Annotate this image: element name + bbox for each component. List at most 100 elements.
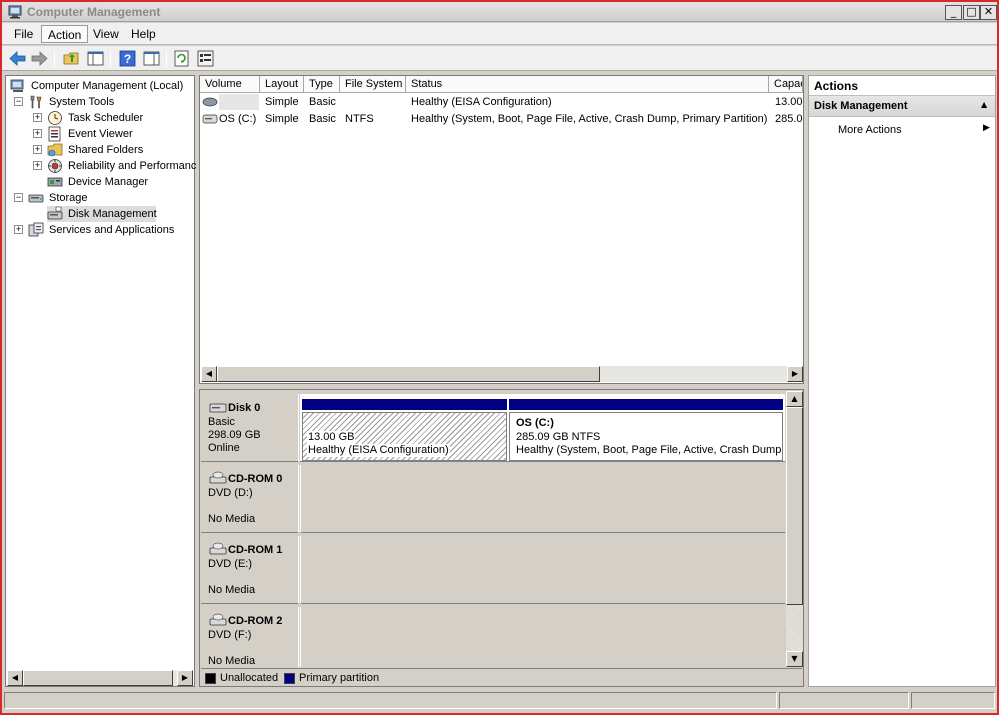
menu-help[interactable]: Help [125, 25, 162, 43]
graphical-disk-pane: Disk 0 Basic 298.09 GB Online 13.00 GB H… [199, 389, 804, 687]
forward-arrow-icon[interactable] [30, 49, 49, 68]
partition-size: 285.09 GB NTFS [516, 431, 601, 443]
cdrom-1-area [300, 536, 785, 604]
minimize-button[interactable]: _ [945, 5, 962, 20]
tree-label: Storage [49, 192, 88, 204]
expand-services[interactable]: + [14, 225, 23, 234]
storage-icon [28, 194, 44, 203]
scroll-thumb[interactable] [23, 670, 173, 686]
partition-color-bar [302, 399, 507, 410]
partition-eisa[interactable]: 13.00 GB Healthy (EISA Configuration) [302, 399, 507, 461]
tree-label: Disk Management [68, 208, 157, 220]
scroll-down-button[interactable]: ▼ [786, 651, 803, 667]
type-cell: Basic [309, 113, 336, 125]
properties-icon[interactable] [196, 49, 215, 68]
actions-section-disk-management[interactable]: Disk Management ▲ [809, 95, 995, 117]
scroll-right-button[interactable]: ▶ [177, 670, 193, 686]
disk-name: CD-ROM 0 [228, 473, 283, 485]
table-row[interactable]: OS (C:) Simple Basic NTFS Healthy (Syste… [200, 111, 803, 127]
refresh-icon[interactable] [172, 49, 191, 68]
minus-icon: − [15, 192, 22, 202]
disk-type: Basic [208, 416, 235, 428]
column-header-layout[interactable]: Layout [260, 76, 304, 93]
cd-drive-icon [209, 542, 227, 555]
disk-state: Online [208, 442, 240, 454]
arrow-right-icon: ▶ [181, 673, 189, 682]
hard-disk-icon [209, 403, 227, 413]
disk-type: DVD (D:) [208, 487, 253, 499]
scroll-right-button[interactable]: ▶ [787, 366, 803, 382]
scroll-up-button[interactable]: ▲ [786, 391, 803, 407]
submenu-arrow-icon: ▶ [983, 123, 990, 133]
volume-name-cell: OS (C:) [219, 113, 257, 125]
console-tree-pane: Computer Management (Local) − System Too… [5, 75, 196, 687]
cdrom-1-label[interactable]: CD-ROM 1 DVD (E:) No Media [201, 536, 299, 604]
menu-bar: File Action View Help [2, 23, 997, 45]
back-arrow-icon[interactable] [8, 49, 27, 68]
disk-name: CD-ROM 2 [228, 615, 283, 627]
show-hide-action-pane-icon[interactable] [142, 49, 161, 68]
cdrom-2-area [300, 607, 785, 667]
partition-os-c[interactable]: OS (C:) 285.09 GB NTFS Healthy (System, … [509, 399, 783, 461]
maximize-button[interactable]: □ [963, 5, 980, 20]
more-actions-item[interactable]: More Actions ▶ [809, 122, 995, 139]
collapse-storage[interactable]: − [14, 193, 23, 202]
scroll-thumb[interactable] [786, 407, 803, 605]
tree-item-disk-management[interactable]: Disk Management [47, 206, 157, 222]
window-title: Computer Management [27, 5, 161, 19]
layout-cell: Simple [265, 96, 299, 108]
toolbar-separator [166, 50, 167, 67]
maximize-icon: □ [966, 5, 977, 18]
collapse-section-icon[interactable]: ▲ [981, 100, 987, 109]
column-header-type[interactable]: Type [304, 76, 340, 93]
expand-task-scheduler[interactable]: + [33, 113, 42, 122]
scroll-thumb[interactable] [217, 366, 600, 382]
svg-text:?: ? [124, 52, 131, 66]
show-hide-tree-icon[interactable] [86, 49, 105, 68]
title-bar[interactable]: Computer Management _ □ ✕ [2, 2, 997, 22]
cdrom-0-label[interactable]: CD-ROM 0 DVD (D:) No Media [201, 465, 299, 533]
column-header-file-system[interactable]: File System [340, 76, 406, 93]
expand-event-viewer[interactable]: + [33, 129, 42, 138]
disk-0-label[interactable]: Disk 0 Basic 298.09 GB Online [201, 394, 299, 462]
status-cell-2 [779, 692, 909, 709]
status-cell-main [4, 692, 777, 709]
status-cell: Healthy (System, Boot, Page File, Active… [411, 113, 768, 125]
column-header-capacity[interactable]: Capac [769, 76, 803, 93]
tree-horizontal-scrollbar[interactable]: ◀ ▶ [7, 670, 193, 686]
cdrom-2-label[interactable]: CD-ROM 2 DVD (F:) No Media [201, 607, 299, 667]
close-button[interactable]: ✕ [980, 5, 997, 20]
layout-cell: Simple [265, 113, 299, 125]
cd-drive-icon [209, 613, 227, 626]
menu-file[interactable]: File [8, 25, 39, 43]
partition-size: 13.00 GB [307, 431, 356, 444]
scroll-left-button[interactable]: ◀ [201, 366, 217, 382]
legend-primary-swatch [284, 673, 295, 684]
expand-reliability[interactable]: + [33, 161, 42, 170]
disk-type: DVD (E:) [208, 558, 252, 570]
disk-vertical-scrollbar[interactable]: ▲ ▼ [786, 391, 803, 667]
menu-view[interactable]: View [87, 25, 125, 43]
volume-drive-icon [202, 114, 218, 124]
column-header-volume[interactable]: Volume [200, 76, 260, 93]
column-header-status[interactable]: Status [406, 76, 769, 93]
toolbar-separator [110, 50, 111, 67]
table-row[interactable]: Simple Basic Healthy (EISA Configuration… [200, 94, 803, 110]
services-icon [28, 222, 44, 237]
minus-icon: − [15, 96, 22, 106]
volume-drive-icon [202, 97, 218, 107]
menu-action[interactable]: Action [41, 25, 89, 43]
actions-pane: Actions Disk Management ▲ More Actions ▶ [808, 75, 996, 687]
up-folder-icon[interactable] [62, 49, 81, 68]
scroll-left-button[interactable]: ◀ [7, 670, 23, 686]
actions-section-title: Disk Management [814, 100, 908, 112]
volume-horizontal-scrollbar[interactable]: ◀ ▶ [201, 366, 803, 382]
collapse-system-tools[interactable]: − [14, 97, 23, 106]
disk-name: Disk 0 [228, 402, 261, 414]
volume-list-pane: Volume Layout Type File System Status Ca… [199, 75, 804, 384]
help-icon[interactable]: ? [118, 49, 137, 68]
expand-shared-folders[interactable]: + [33, 145, 42, 154]
capacity-cell: 285.0 [775, 113, 803, 125]
disk-media: No Media [208, 584, 256, 596]
computer-management-icon [10, 79, 24, 92]
